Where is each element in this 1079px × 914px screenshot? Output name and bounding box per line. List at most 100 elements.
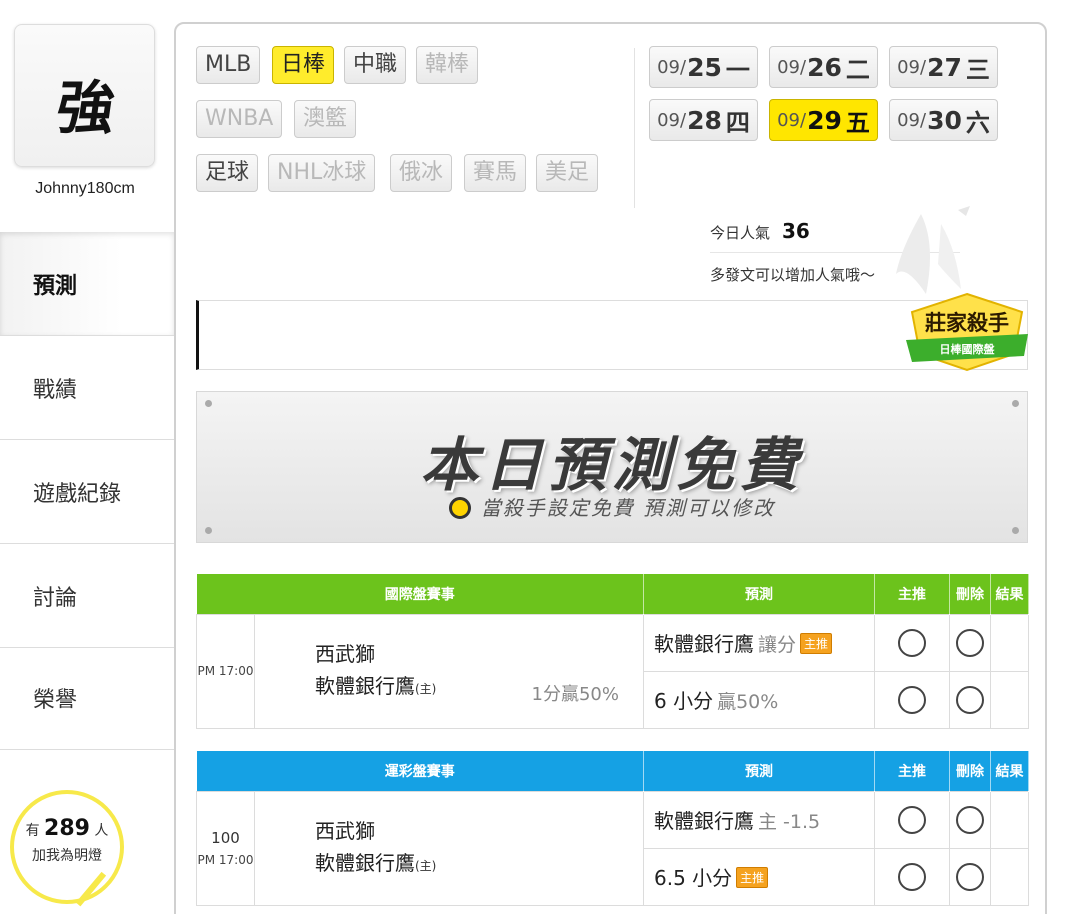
delete-radio[interactable]: [956, 862, 984, 891]
badge-title: 莊家殺手: [925, 311, 1009, 335]
date-0930[interactable]: 09/30 六: [889, 99, 998, 141]
home-team: 軟體銀行鷹: [315, 673, 415, 698]
popularity-hint: 多發文可以增加人氣哦～: [710, 266, 876, 284]
result-cell: [990, 670, 1029, 729]
pick-label: 軟體銀行鷹: [654, 809, 754, 833]
date-day: 28: [687, 105, 722, 135]
tab-soccer[interactable]: 足球: [196, 154, 259, 192]
sidebar-item-honors[interactable]: 榮譽: [0, 646, 174, 750]
header-event: 國際盤賽事: [196, 574, 644, 614]
tab-horse-racing: 賽馬: [464, 154, 527, 192]
header-result: 結果: [990, 751, 1029, 791]
header-delete: 刪除: [949, 574, 991, 614]
header-main-pick: 主推: [874, 574, 950, 614]
fans-subtitle: 加我為明燈: [32, 848, 102, 864]
divider: [634, 48, 635, 208]
date-month: 09/: [777, 56, 807, 78]
main-pick-tag: 主推: [800, 633, 833, 654]
tab-wnba: WNBA: [196, 100, 283, 138]
fans-suffix: 人: [94, 823, 109, 839]
date-0929[interactable]: 09/29 五: [769, 99, 878, 141]
away-team: 西武獅: [315, 818, 375, 843]
header-prediction: 預測: [643, 574, 875, 614]
date-weekday: 五: [845, 108, 870, 137]
matchup-cell: 西武獅 軟體銀行鷹(主) 1分贏50%: [254, 613, 644, 729]
delete-radio[interactable]: [956, 628, 984, 657]
game-time-cell: PM 17:00: [196, 613, 255, 729]
delete-cell: [949, 790, 991, 849]
game-time-cell: 100 PM 17:00: [196, 790, 255, 906]
date-day: 27: [927, 52, 962, 82]
result-cell: [990, 790, 1029, 849]
date-0925[interactable]: 09/25 一: [649, 46, 758, 88]
result-cell: [990, 613, 1029, 672]
matchup-cell: 西武獅 軟體銀行鷹(主): [254, 790, 644, 906]
prediction-table-sports-lottery: 運彩盤賽事 預測 主推 刪除 結果 100 PM 17:00 西武獅 軟體銀行鷹…: [196, 751, 1029, 906]
tab-mlb[interactable]: MLB: [196, 46, 261, 84]
date-weekday: 四: [725, 108, 750, 137]
date-0928[interactable]: 09/28 四: [649, 99, 758, 141]
sidebar-item-game-history[interactable]: 遊戲紀錄: [0, 440, 174, 544]
banner-title: 本日預測免費: [419, 431, 804, 499]
header-delete: 刪除: [949, 751, 991, 791]
main-pick-tag: 主推: [736, 867, 769, 888]
main-pick-radio[interactable]: [898, 685, 926, 714]
delete-cell: [949, 613, 991, 672]
date-month: 09/: [897, 56, 927, 78]
avatar-glyph: 強: [52, 74, 116, 142]
tab-khl: 俄冰: [390, 154, 453, 192]
date-month: 09/: [657, 56, 687, 78]
table-row: PM 17:00 西武獅 軟體銀行鷹(主) 1分贏50% 軟體銀行鷹 讓分 主推: [196, 613, 1029, 729]
pick-extra: 主 -1.5: [758, 811, 821, 833]
away-team: 西武獅: [315, 641, 375, 666]
odds-line: 1分贏50%: [531, 683, 619, 705]
rivet: [205, 527, 212, 534]
username[interactable]: Johnny180cm: [0, 180, 170, 198]
main-pick-cell: [874, 847, 950, 906]
sidebar-item-predictions[interactable]: 預測: [0, 232, 174, 336]
rivet: [205, 400, 212, 407]
header-prediction: 預測: [643, 751, 875, 791]
decorative-sparkle-icon: [896, 206, 970, 294]
pick-extra: 讓分: [758, 634, 797, 656]
date-day: 29: [807, 105, 842, 135]
sidebar-item-record[interactable]: 戰績: [0, 336, 174, 440]
avatar[interactable]: 強: [14, 24, 155, 167]
delete-cell: [949, 847, 991, 906]
pick-label: 6 小分: [654, 689, 714, 713]
date-month: 09/: [897, 109, 927, 131]
header-event: 運彩盤賽事: [196, 751, 644, 791]
main-pick-radio[interactable]: [898, 628, 926, 657]
date-day: 30: [927, 105, 962, 135]
date-weekday: 一: [725, 55, 750, 84]
table-row: 100 PM 17:00 西武獅 軟體銀行鷹(主) 軟體銀行鷹主 -1.5: [196, 790, 1029, 906]
date-weekday: 六: [965, 108, 990, 137]
date-day: 25: [687, 52, 722, 82]
tab-cpbl[interactable]: 中職: [344, 46, 407, 84]
date-day: 26: [807, 52, 842, 82]
main-pick-cell: [874, 613, 950, 672]
fans-prefix: 有: [25, 823, 40, 839]
main-pick-cell: [874, 670, 950, 729]
date-0927[interactable]: 09/27 三: [889, 46, 998, 88]
home-mark: (主): [415, 681, 437, 696]
home-mark: (主): [415, 858, 437, 873]
prediction-cell: 軟體銀行鷹主 -1.5: [643, 790, 875, 849]
free-prediction-banner: 本日預測免費 當殺手設定免費 預測可以修改: [196, 391, 1028, 543]
pick-extra: 贏50%: [717, 691, 779, 713]
tab-npb[interactable]: 日棒: [272, 46, 335, 84]
main-pick-radio[interactable]: [898, 805, 926, 834]
prediction-cell: 軟體銀行鷹 讓分 主推: [643, 613, 875, 672]
prediction-cell: 6 小分 贏50%: [643, 670, 875, 729]
delete-radio[interactable]: [956, 685, 984, 714]
date-0926[interactable]: 09/26 二: [769, 46, 878, 88]
banker-killer-badge: 莊家殺手 日棒國際盤: [906, 292, 1028, 372]
date-month: 09/: [657, 109, 687, 131]
prediction-table-international: 國際盤賽事 預測 主推 刪除 結果 PM 17:00 西武獅 軟體銀行鷹(主) …: [196, 574, 1029, 729]
banner-subtitle-row: 當殺手設定免費 預測可以修改: [197, 492, 1027, 521]
sidebar-item-discussion[interactable]: 討論: [0, 544, 174, 648]
main-pick-radio[interactable]: [898, 862, 926, 891]
delete-radio[interactable]: [956, 805, 984, 834]
popularity-label: 今日人氣: [710, 224, 771, 242]
tab-nhl: NHL冰球: [268, 154, 376, 192]
